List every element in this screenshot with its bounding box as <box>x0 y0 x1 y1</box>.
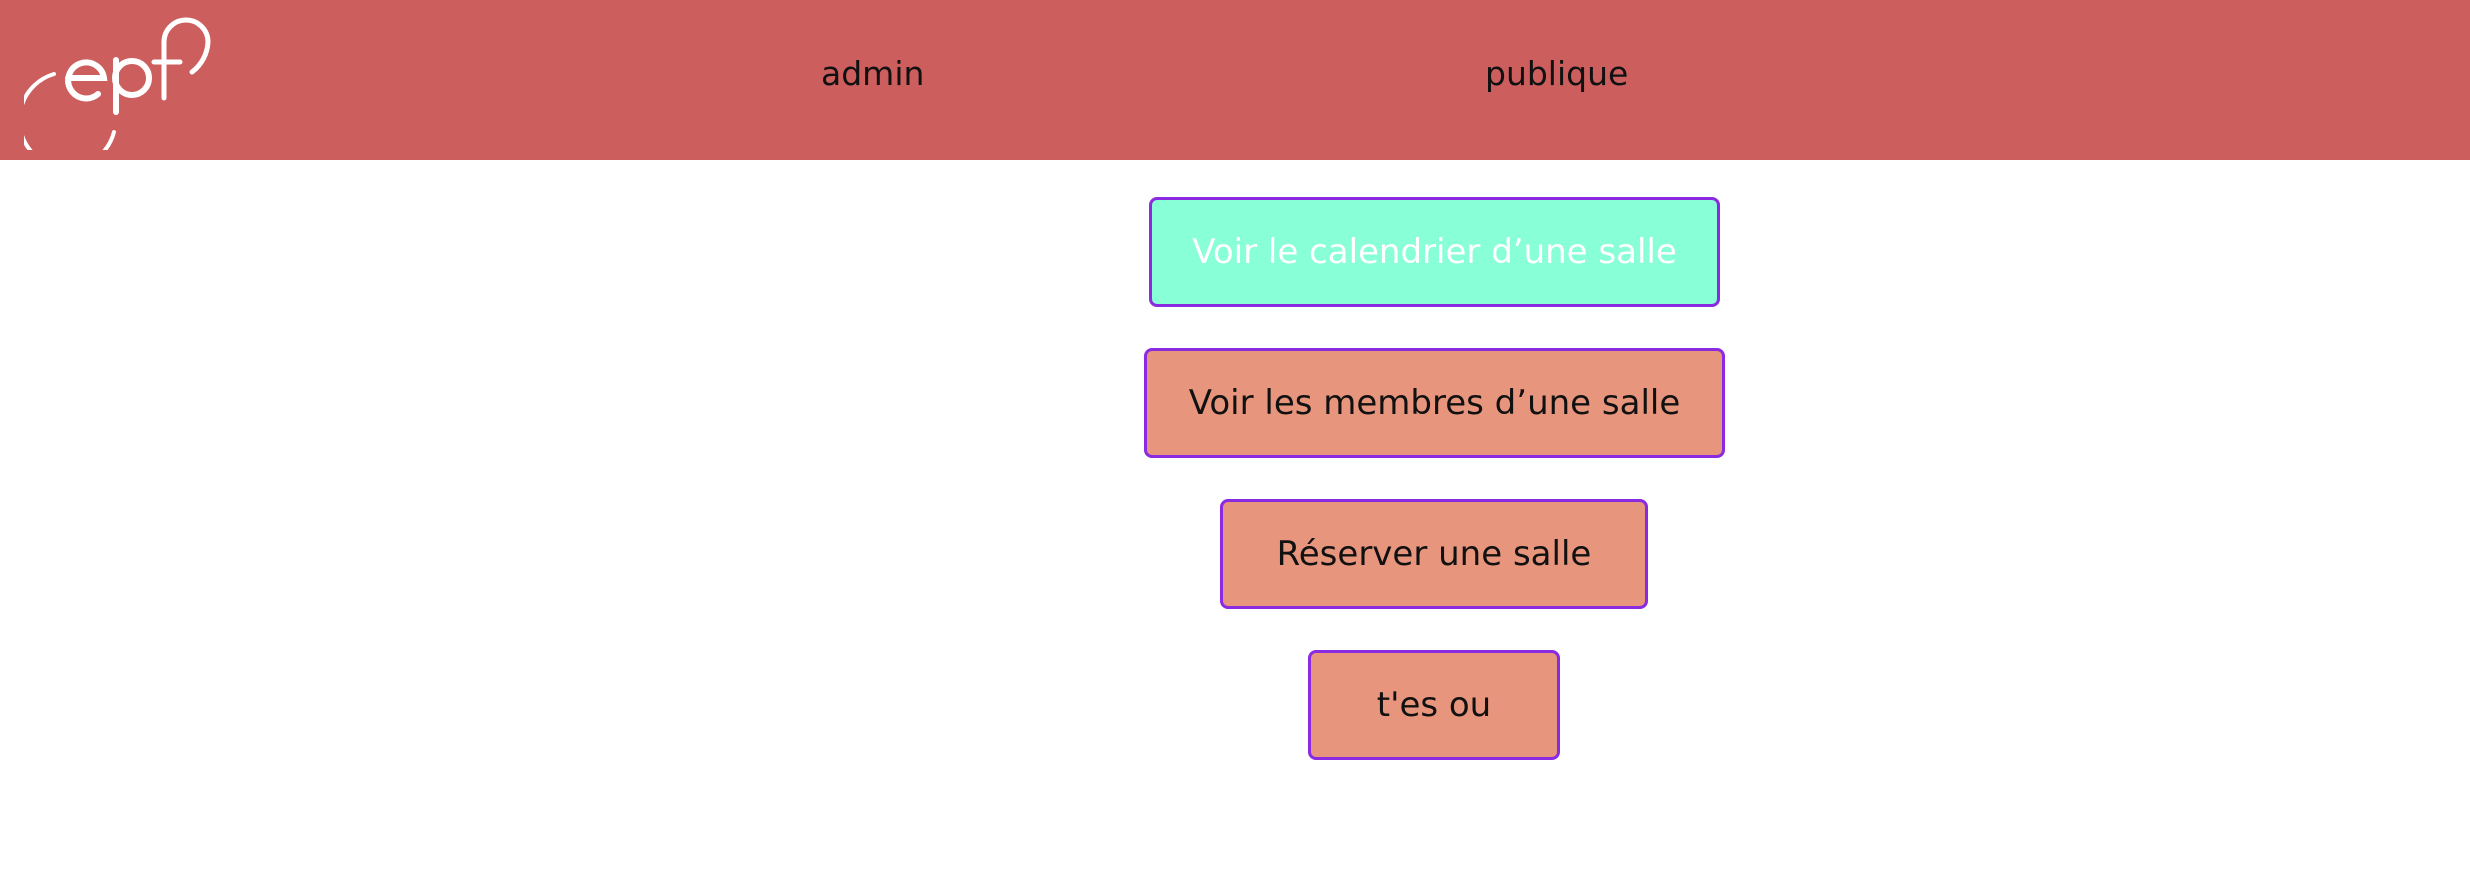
nav-link-admin[interactable]: admin <box>821 52 924 96</box>
nav-link-publique[interactable]: publique <box>1485 52 1628 96</box>
view-room-calendar-button[interactable]: Voir le calendrier d’une salle <box>1149 197 1720 307</box>
reserve-room-label: Réserver une salle <box>1276 534 1592 574</box>
tes-ou-label: t'es ou <box>1376 685 1492 725</box>
view-room-members-label: Voir les membres d’une salle <box>1188 383 1681 423</box>
reserve-room-button[interactable]: Réserver une salle <box>1220 499 1648 609</box>
tes-ou-button[interactable]: t'es ou <box>1308 650 1560 760</box>
epf-logo[interactable] <box>24 2 214 150</box>
view-room-members-button[interactable]: Voir les membres d’une salle <box>1144 348 1725 458</box>
top-navbar: admin publique <box>0 0 2470 160</box>
view-room-calendar-label: Voir le calendrier d’une salle <box>1192 232 1677 272</box>
